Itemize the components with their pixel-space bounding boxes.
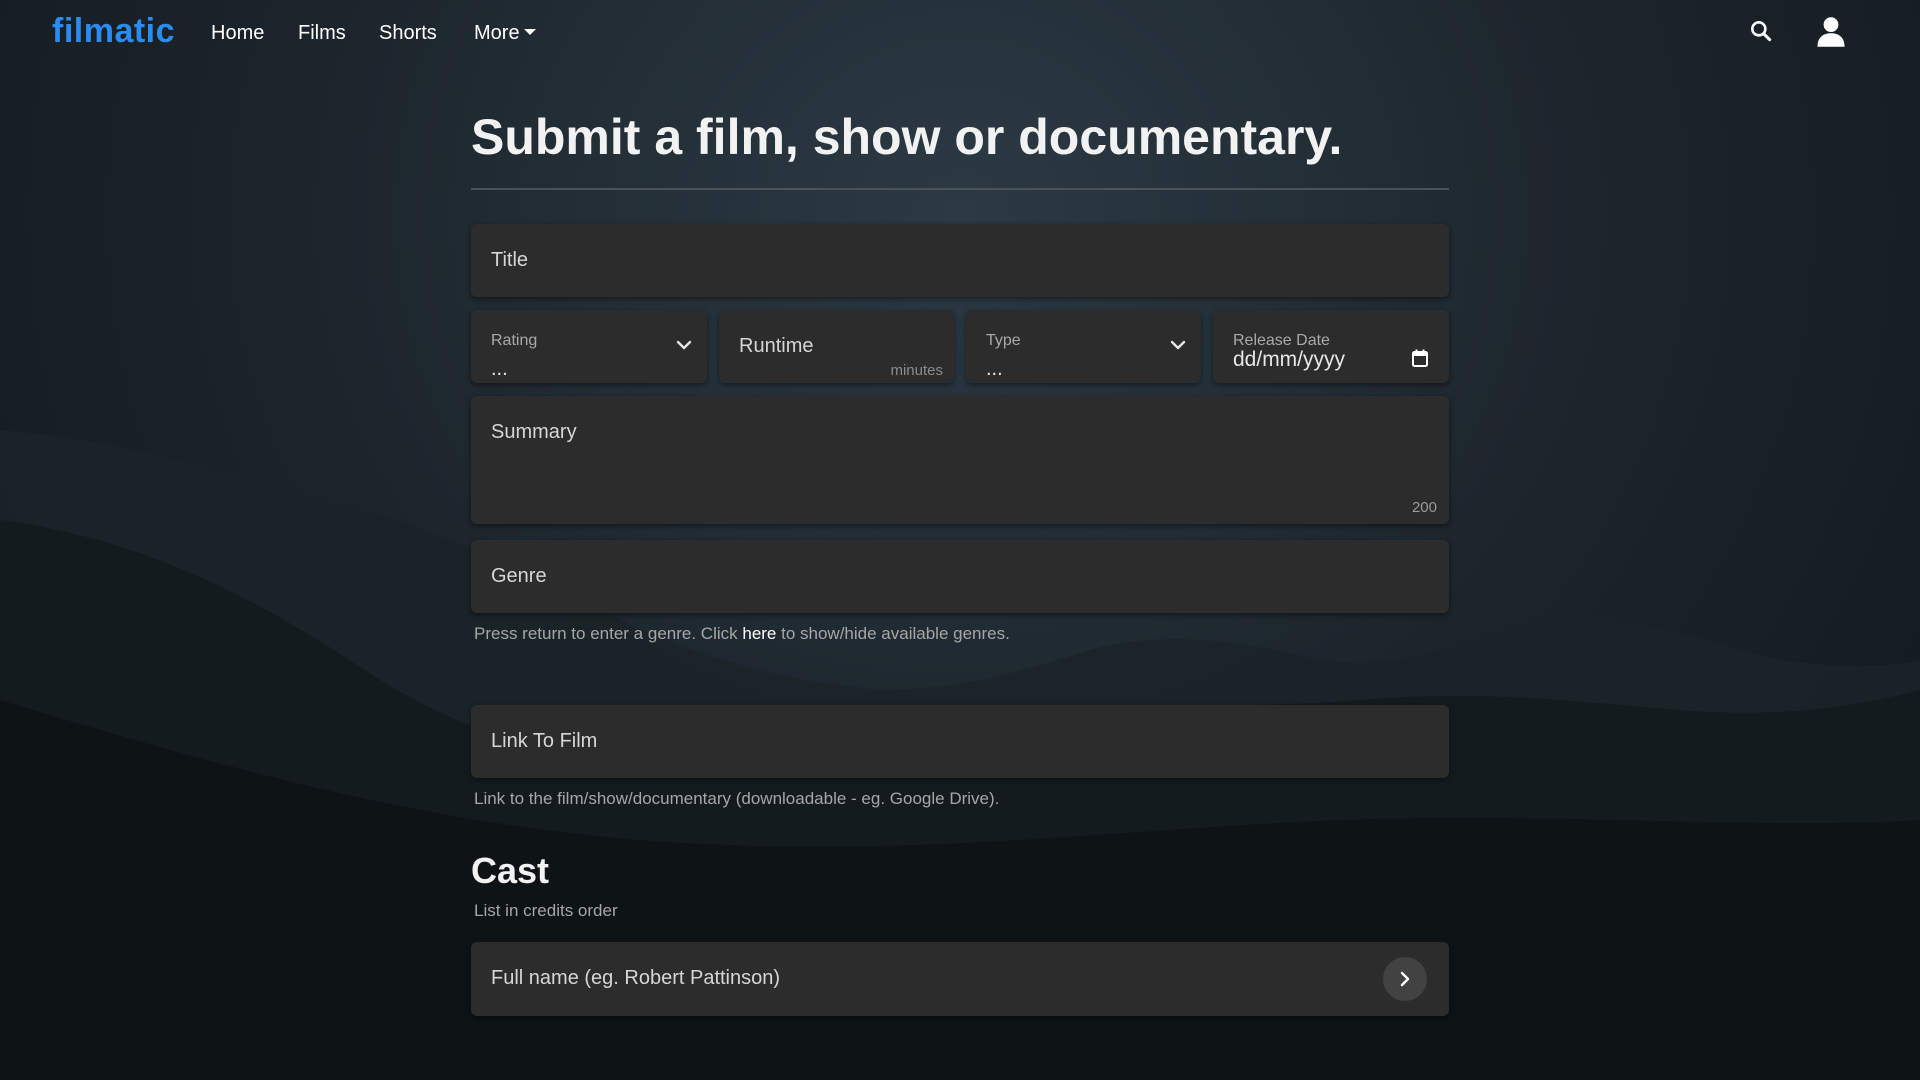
type-value: ... bbox=[986, 358, 1003, 380]
runtime-input[interactable]: Runtime minutes bbox=[719, 310, 954, 383]
release-date-value: dd/mm/yyyy bbox=[1233, 348, 1346, 371]
summary-char-counter: 200 bbox=[1411, 499, 1437, 516]
title-divider bbox=[471, 188, 1449, 190]
nav-more-label: More bbox=[474, 22, 520, 44]
title-input[interactable]: Title bbox=[471, 224, 1449, 297]
search-icon[interactable] bbox=[1748, 18, 1774, 49]
link-help-text: Link to the film/show/documentary (downl… bbox=[474, 789, 1000, 808]
type-label: Type bbox=[986, 332, 1021, 349]
summary-textarea[interactable]: Summary 200 bbox=[471, 396, 1449, 524]
genre-placeholder: Genre bbox=[491, 565, 547, 587]
genre-toggle-link[interactable]: here bbox=[742, 624, 776, 643]
release-date-input[interactable]: Release Date dd/mm/yyyy bbox=[1213, 310, 1449, 383]
genre-help-before: Press return to enter a genre. Click bbox=[474, 624, 738, 643]
nav-more-dropdown[interactable]: More bbox=[474, 22, 536, 45]
type-select[interactable]: Type ... bbox=[966, 310, 1201, 383]
rating-label: Rating bbox=[491, 332, 538, 349]
nav-films-link[interactable]: Films bbox=[298, 22, 346, 45]
chevron-right-icon bbox=[1400, 971, 1410, 987]
rating-select[interactable]: Rating ... bbox=[471, 310, 707, 383]
link-to-film-input[interactable]: Link To Film bbox=[471, 705, 1449, 778]
logo[interactable]: filmatic bbox=[52, 12, 175, 51]
nav-home-link[interactable]: Home bbox=[211, 22, 264, 45]
summary-placeholder: Summary bbox=[491, 421, 577, 443]
nav-shorts-link[interactable]: Shorts bbox=[379, 22, 437, 45]
add-cast-button[interactable] bbox=[1383, 957, 1427, 1001]
genre-help-after: to show/hide available genres. bbox=[781, 624, 1010, 643]
runtime-suffix: minutes bbox=[890, 362, 943, 379]
user-icon[interactable] bbox=[1816, 16, 1846, 53]
cast-name-input[interactable]: Full name (eg. Robert Pattinson) bbox=[471, 942, 1449, 1016]
cast-heading: Cast bbox=[471, 850, 550, 891]
title-placeholder: Title bbox=[491, 249, 529, 271]
page-title: Submit a film, show or documentary. bbox=[471, 109, 1343, 165]
calendar-icon[interactable] bbox=[1411, 348, 1429, 373]
genre-help-text: Press return to enter a genre. Click her… bbox=[474, 624, 1010, 644]
cast-subtitle: List in credits order bbox=[474, 901, 618, 920]
link-placeholder: Link To Film bbox=[491, 730, 598, 752]
rating-value: ... bbox=[491, 358, 508, 380]
chevron-down-icon bbox=[1169, 336, 1187, 359]
cast-name-placeholder: Full name (eg. Robert Pattinson) bbox=[491, 967, 781, 989]
top-navbar: filmatic Home Films Shorts More bbox=[0, 0, 1920, 70]
genre-input[interactable]: Genre bbox=[471, 540, 1449, 613]
chevron-down-icon bbox=[675, 336, 693, 359]
caret-down-icon bbox=[523, 28, 536, 35]
runtime-placeholder: Runtime bbox=[739, 335, 814, 357]
